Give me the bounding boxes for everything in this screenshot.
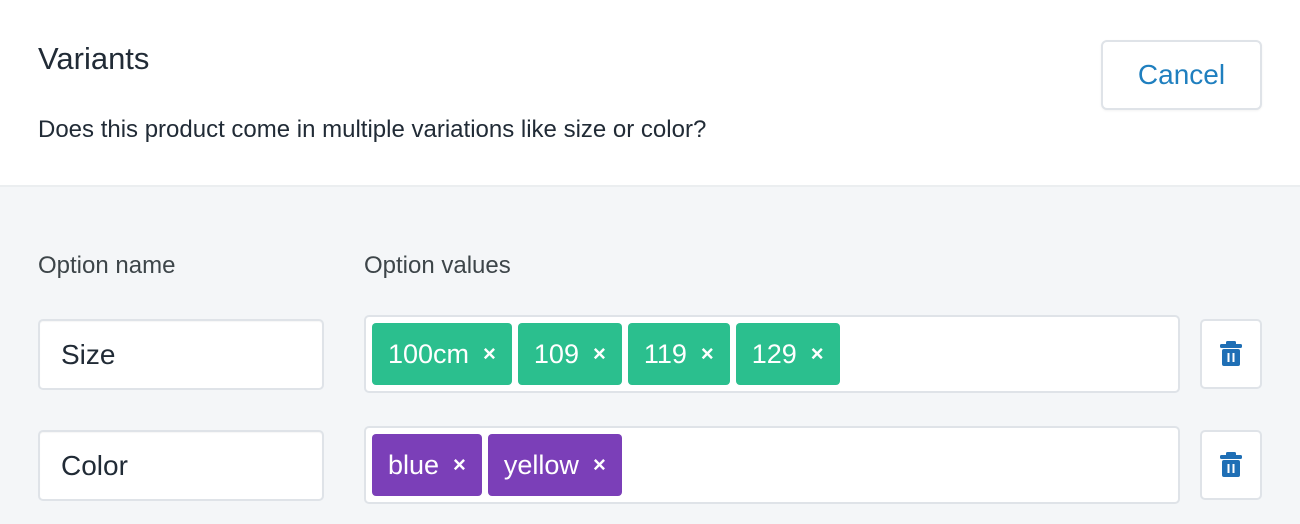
remove-tag-icon[interactable]: × xyxy=(593,452,606,478)
value-tag: blue × xyxy=(372,434,482,496)
option-values-input-color[interactable]: blue × yellow × xyxy=(364,426,1180,504)
remove-tag-icon[interactable]: × xyxy=(593,341,606,367)
remove-tag-icon[interactable]: × xyxy=(453,452,466,478)
delete-option-button-color[interactable] xyxy=(1200,430,1262,500)
cancel-button[interactable]: Cancel xyxy=(1101,40,1262,110)
option-values-label: Option values xyxy=(364,252,511,279)
page-title: Variants xyxy=(38,41,150,76)
option-values-input-size[interactable]: 100cm × 109 × 119 × 129 × xyxy=(364,315,1180,393)
trash-icon xyxy=(1220,341,1242,366)
tag-label: 100cm xyxy=(388,338,470,369)
tag-label: 119 xyxy=(643,338,687,369)
value-tag: 129 × xyxy=(735,323,840,385)
tag-label: 129 xyxy=(751,338,797,369)
option-name-input-color[interactable] xyxy=(38,430,324,501)
value-tag: yellow × xyxy=(487,434,622,496)
remove-tag-icon[interactable]: × xyxy=(483,341,496,367)
value-tag: 119 × xyxy=(627,323,730,385)
remove-tag-icon[interactable]: × xyxy=(701,341,714,367)
option-name-input-size[interactable] xyxy=(38,319,324,390)
variants-header: Variants Does this product come in multi… xyxy=(0,0,1300,187)
option-name-label: Option name xyxy=(38,252,176,279)
page-subtitle: Does this product come in multiple varia… xyxy=(38,116,707,143)
remove-tag-icon[interactable]: × xyxy=(811,341,824,367)
value-tag: 100cm × xyxy=(372,323,512,385)
trash-icon xyxy=(1220,452,1242,477)
delete-option-button-size[interactable] xyxy=(1200,319,1262,389)
tag-label: yellow xyxy=(503,449,579,480)
tag-label: 109 xyxy=(533,338,579,369)
value-tag: 109 × xyxy=(517,323,622,385)
tag-label: blue xyxy=(388,449,440,480)
